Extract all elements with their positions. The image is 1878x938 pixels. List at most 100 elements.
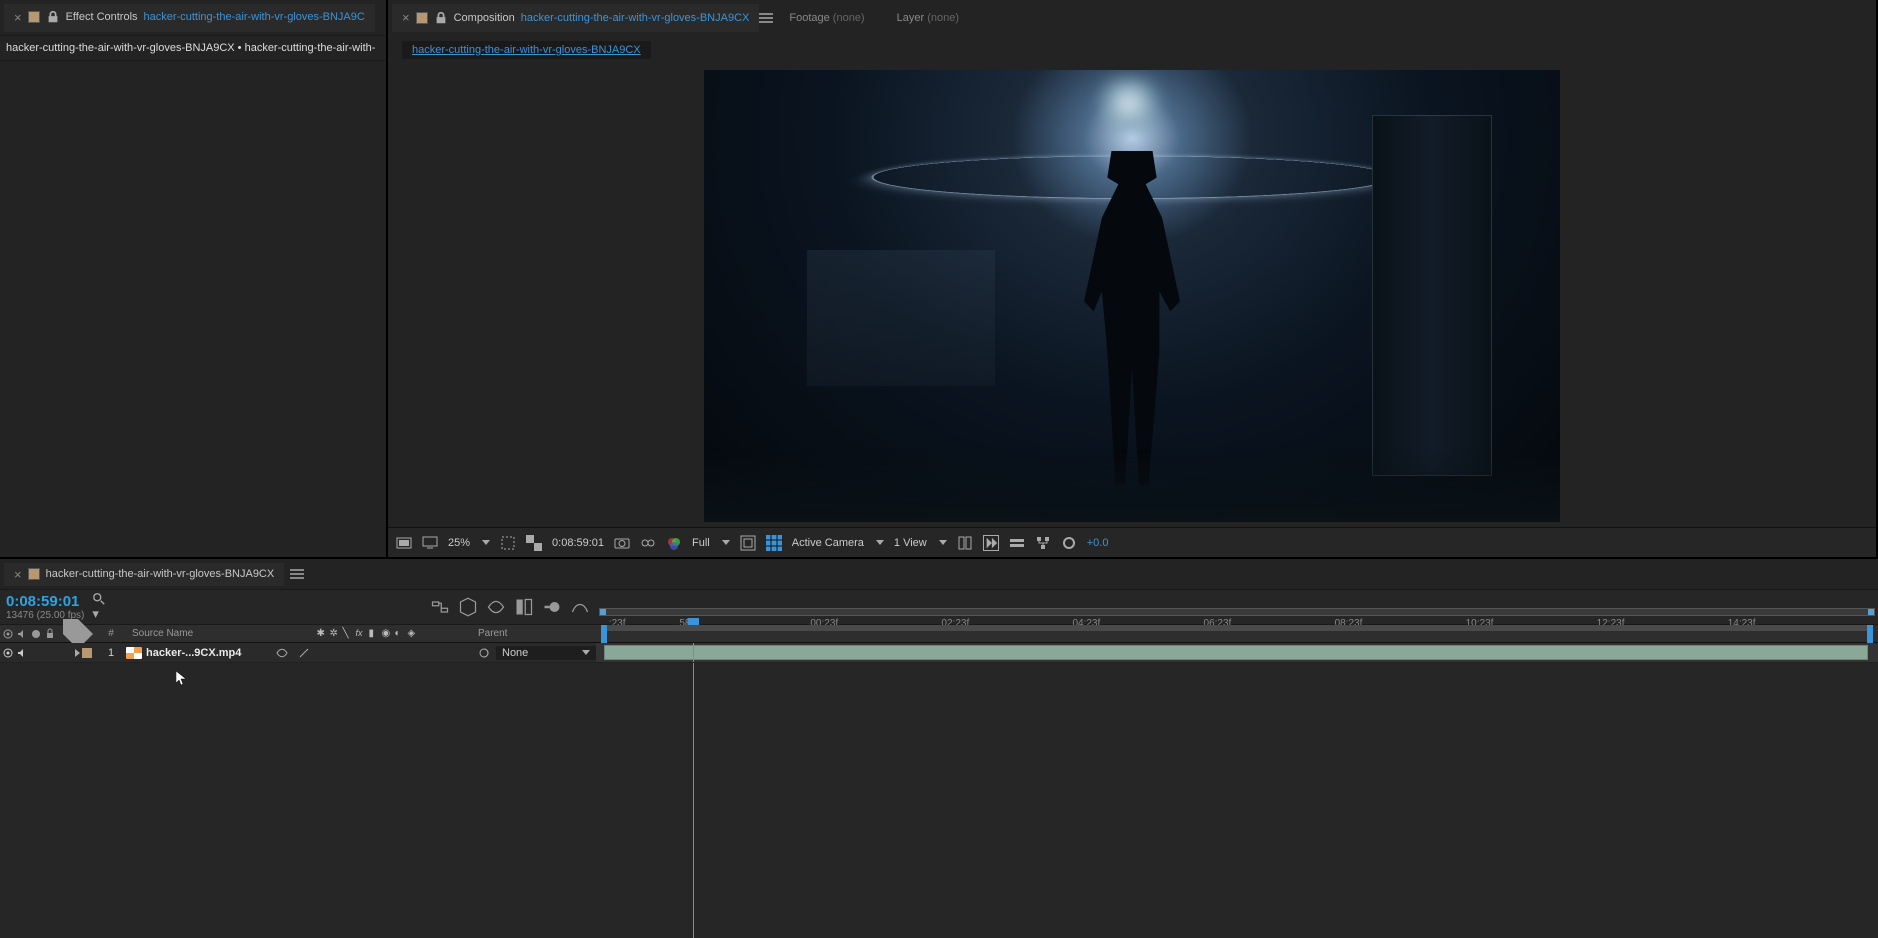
timeline-empty-area	[0, 663, 1878, 938]
video-file-icon	[126, 647, 142, 659]
layer-color-swatch	[28, 11, 40, 23]
fx-col-icon: fx	[356, 628, 368, 640]
layer-row[interactable]: 1 hacker-...9CX.mp4 None	[0, 643, 1878, 663]
always-preview-icon[interactable]	[396, 535, 412, 551]
work-area-end[interactable]	[1867, 625, 1873, 645]
navigator-start-handle[interactable]	[600, 609, 606, 615]
time-ruler[interactable]: :23f58:00:23f02:23f04:23f06:23f08:23f10:…	[596, 606, 1878, 609]
resolution-dropdown[interactable]: Full	[692, 537, 710, 549]
graph-editor-icon[interactable]	[570, 597, 590, 617]
work-area-row[interactable]	[596, 625, 1878, 642]
channel-icon[interactable]	[666, 535, 682, 551]
comp-color-swatch	[28, 568, 40, 580]
close-icon[interactable]: ×	[14, 567, 22, 582]
composition-tabrow: × Composition hacker-cutting-the-air-wit…	[388, 0, 1876, 36]
timeline-button-icon[interactable]	[1009, 535, 1025, 551]
chevron-down-icon[interactable]	[482, 540, 490, 545]
panel-title: Composition	[454, 12, 515, 24]
panel-menu-icon[interactable]	[290, 569, 304, 579]
layer-bar[interactable]	[604, 645, 1868, 660]
current-timecode[interactable]: 0:08:59:01	[6, 593, 84, 610]
close-icon[interactable]: ×	[402, 10, 410, 25]
effect-controls-panel: × Effect Controls hacker-cutting-the-air…	[0, 0, 388, 557]
timeline-tab[interactable]: × hacker-cutting-the-air-with-vr-gloves-…	[4, 563, 284, 586]
video-toggle-icon[interactable]	[2, 647, 14, 659]
layer-index: 1	[96, 647, 126, 659]
shy-switch[interactable]	[276, 647, 288, 659]
show-snapshot-icon[interactable]	[640, 535, 656, 551]
viewer-toolbar: 25% 0:08:59:01 Full Active Camera 1 View…	[388, 527, 1876, 557]
layer-tab[interactable]: Layer (none)	[881, 12, 975, 24]
comp-mini-flowchart-icon[interactable]	[430, 597, 450, 617]
zoom-dropdown[interactable]: 25%	[448, 537, 470, 549]
effect-controls-tab[interactable]: × Effect Controls hacker-cutting-the-air…	[4, 4, 375, 32]
solo-header-icon[interactable]	[30, 628, 42, 640]
flowchart-icon[interactable]	[1035, 535, 1051, 551]
timeline-panel: × hacker-cutting-the-air-with-vr-gloves-…	[0, 558, 1878, 938]
lock-header-icon[interactable]	[44, 628, 56, 640]
layer-label-color[interactable]	[82, 648, 92, 658]
switches-header[interactable]: ✱ ✲ ╲ fx ▮ ◉ ◐ ◈	[268, 628, 468, 640]
motion-blur-icon[interactable]	[542, 597, 562, 617]
layer-duration-track[interactable]	[596, 643, 1878, 662]
time-navigator[interactable]	[599, 608, 1875, 616]
footage-tab[interactable]: Footage (none)	[773, 12, 880, 24]
chevron-down-icon	[582, 650, 590, 655]
preview-frame	[704, 70, 1560, 522]
comp-flow-tab[interactable]: hacker-cutting-the-air-with-vr-gloves-BN…	[402, 41, 651, 59]
fast-previews-icon[interactable]	[983, 535, 999, 551]
comp-link[interactable]: hacker-cutting-the-air-with-vr-gloves-BN…	[521, 12, 750, 24]
pickwhip-icon[interactable]	[478, 647, 490, 659]
timeline-tabrow: × hacker-cutting-the-air-with-vr-gloves-…	[0, 559, 1878, 589]
timeline-column-headers: # Source Name ✱ ✲ ╲ fx ▮ ◉ ◐ ◈ Parent	[0, 625, 1878, 643]
expand-icon[interactable]	[75, 649, 80, 657]
transparency-grid-icon[interactable]	[526, 535, 542, 551]
work-area-start[interactable]	[601, 625, 607, 645]
parent-dropdown[interactable]: None	[496, 646, 596, 660]
breadcrumb: hacker-cutting-the-air-with-vr-gloves-BN…	[0, 36, 386, 61]
timeline-tab-label: hacker-cutting-the-air-with-vr-gloves-BN…	[46, 568, 275, 580]
navigator-end-handle[interactable]	[1868, 609, 1874, 615]
3d-col-icon: ◈	[408, 628, 420, 640]
video-header-icon[interactable]	[2, 628, 14, 640]
col-source-name[interactable]: Source Name	[126, 628, 268, 639]
layer-link[interactable]: hacker-cutting-the-air-with-vr-gloves-BN…	[144, 11, 365, 23]
chevron-down-icon[interactable]	[722, 540, 730, 545]
lock-icon[interactable]	[46, 10, 60, 24]
camera-dropdown[interactable]: Active Camera	[792, 537, 864, 549]
panel-title: Effect Controls	[66, 11, 138, 23]
effect-controls-body	[0, 61, 386, 557]
timeline-header: 0:08:59:01 13476 (25.00 fps) ▾	[0, 589, 1878, 625]
views-dropdown[interactable]: 1 View	[894, 537, 927, 549]
chevron-down-icon[interactable]	[939, 540, 947, 545]
close-icon[interactable]: ×	[14, 10, 22, 25]
lock-icon[interactable]	[434, 11, 448, 25]
preview-time[interactable]: 0:08:59:01	[552, 537, 604, 549]
composition-viewer[interactable]	[388, 64, 1876, 527]
safe-zones-icon[interactable]	[740, 535, 756, 551]
draft3d-icon[interactable]	[458, 597, 478, 617]
layer-name[interactable]: hacker-...9CX.mp4	[146, 647, 241, 659]
comp-color-swatch	[416, 12, 428, 24]
panel-menu-icon[interactable]	[759, 13, 773, 23]
composition-panel: × Composition hacker-cutting-the-air-wit…	[388, 0, 1876, 557]
reset-exposure-icon[interactable]	[1061, 535, 1077, 551]
exposure-value[interactable]: +0.0	[1087, 537, 1109, 549]
frameblend-col-icon: ▮	[369, 628, 381, 640]
quality-switch[interactable]	[298, 647, 310, 659]
grid-icon[interactable]	[766, 535, 782, 551]
roi-icon[interactable]	[500, 535, 516, 551]
shy-col-icon: ✱	[317, 628, 329, 640]
comp-flow-tabs: hacker-cutting-the-air-with-vr-gloves-BN…	[388, 36, 1876, 64]
audio-header-icon[interactable]	[16, 628, 28, 640]
monitor-icon[interactable]	[422, 535, 438, 551]
audio-toggle-icon[interactable]	[16, 647, 28, 659]
col-parent[interactable]: Parent	[468, 628, 596, 639]
chevron-down-icon[interactable]	[876, 540, 884, 545]
snapshot-icon[interactable]	[614, 535, 630, 551]
col-number[interactable]: #	[96, 628, 126, 639]
composition-tab[interactable]: × Composition hacker-cutting-the-air-wit…	[392, 4, 759, 32]
shy-icon[interactable]	[486, 597, 506, 617]
frame-blend-icon[interactable]	[514, 597, 534, 617]
pixel-aspect-icon[interactable]	[957, 535, 973, 551]
